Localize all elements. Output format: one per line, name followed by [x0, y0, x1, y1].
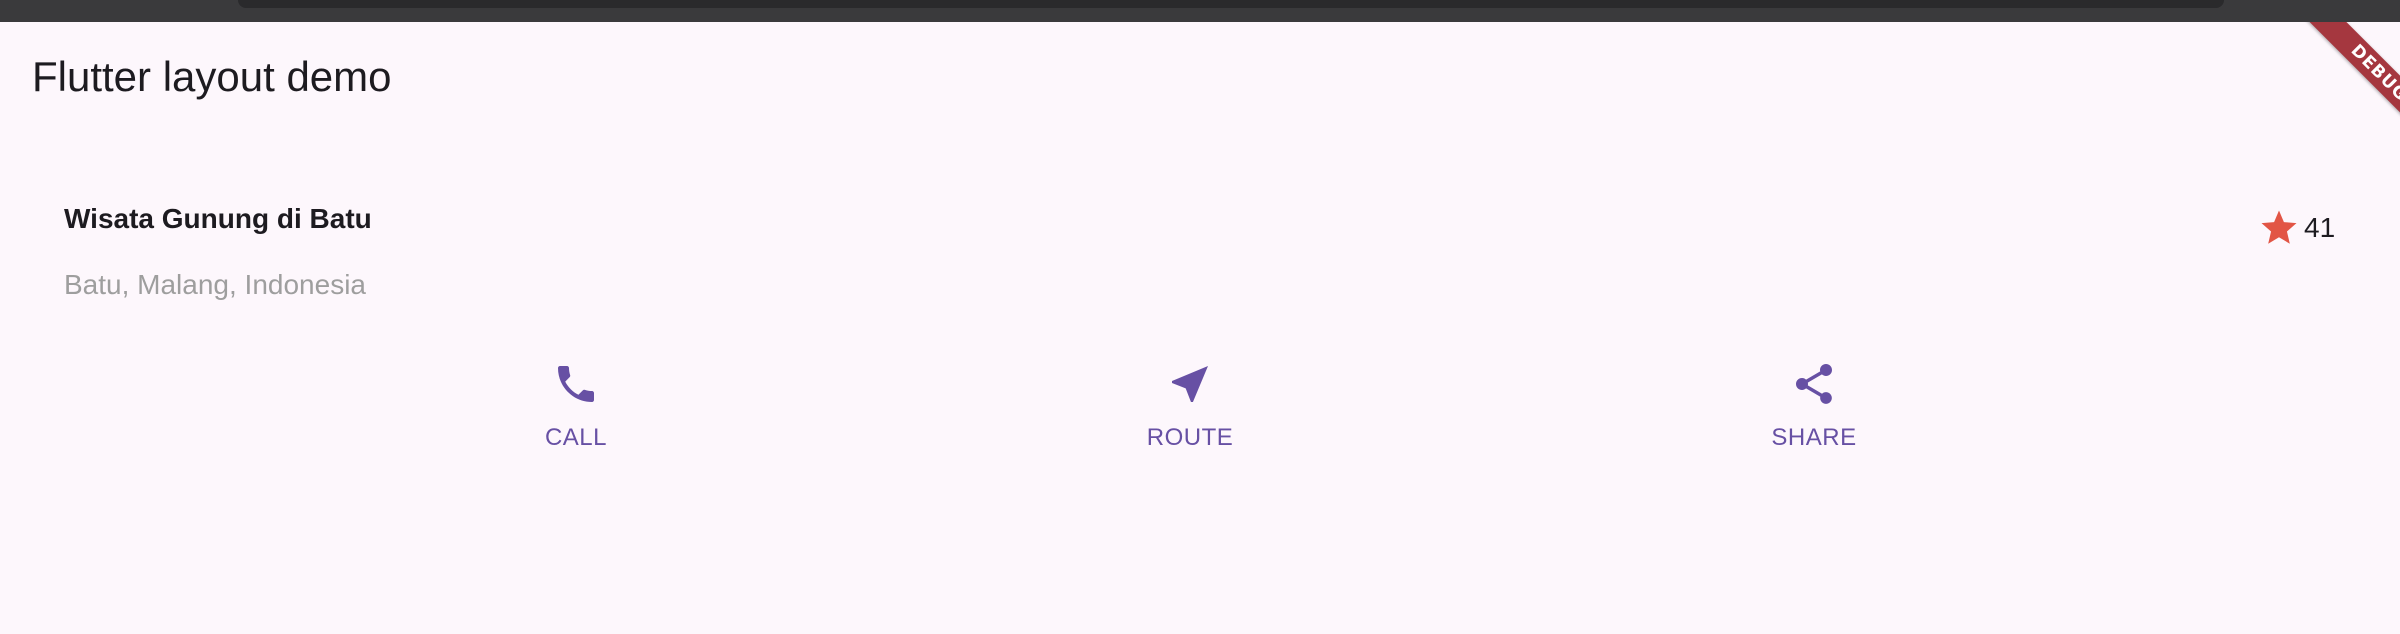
star-icon: [2258, 207, 2300, 249]
place-location: Batu, Malang, Indonesia: [64, 269, 366, 300]
page-title: Flutter layout demo: [32, 53, 392, 100]
share-icon: [1790, 360, 1838, 408]
route-label: ROUTE: [1146, 424, 1234, 451]
rating: 41: [2258, 206, 2335, 250]
status-bar-strip: [0, 0, 2400, 22]
navigation-arrow-icon: [1166, 360, 1214, 408]
route-button[interactable]: ROUTE: [1090, 360, 1290, 470]
call-button[interactable]: CALL: [476, 360, 676, 470]
share-button[interactable]: SHARE: [1714, 360, 1914, 470]
rating-count: 41: [2304, 212, 2336, 243]
call-label: CALL: [544, 424, 608, 451]
window-notch: [238, 0, 2224, 8]
title-section: Wisata Gunung di Batu Batu, Malang, Indo…: [0, 186, 2400, 316]
button-section: CALL ROUTE SHARE: [0, 360, 2400, 480]
phone-icon: [552, 360, 600, 408]
share-label: SHARE: [1771, 424, 1857, 451]
place-name: Wisata Gunung di Batu: [64, 203, 372, 234]
app-bar: Flutter layout demo: [0, 22, 2400, 132]
